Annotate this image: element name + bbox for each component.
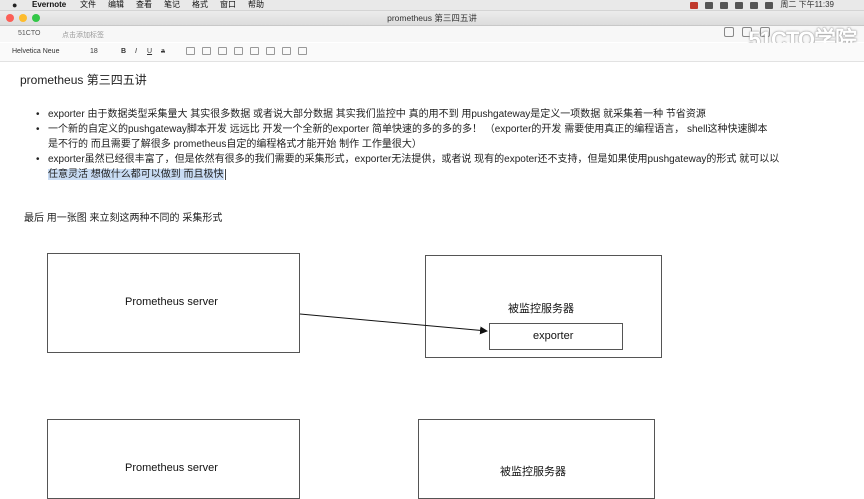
prometheus-server-box-bottom bbox=[47, 419, 300, 499]
monitored-server-box-bottom bbox=[418, 419, 655, 499]
prometheus-server-label-bottom: Prometheus server bbox=[125, 462, 218, 474]
pull-arrow bbox=[299, 313, 488, 335]
diagram-arrows bbox=[299, 313, 488, 335]
monitored-server-label-bottom: 被监控服务器 bbox=[500, 466, 566, 478]
